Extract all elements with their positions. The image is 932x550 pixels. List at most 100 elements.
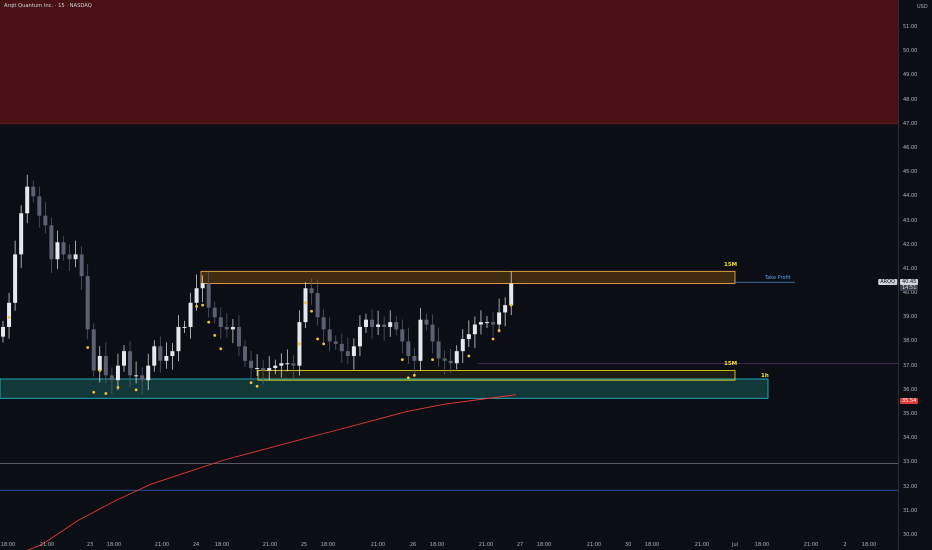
candle-body <box>382 324 387 327</box>
candle-body <box>424 319 429 325</box>
time-tick: 24 <box>192 542 200 548</box>
candle-body <box>472 324 477 335</box>
candle-body <box>158 346 163 361</box>
candle-body <box>364 319 368 327</box>
price-tick: 31.00 <box>903 507 918 514</box>
candle-body <box>67 254 72 260</box>
candle-body <box>509 283 514 306</box>
chart-area[interactable]: Arqit Quantum Inc. · 15 · NASDAQ 15M Take… <box>0 0 898 550</box>
candle-body <box>478 322 483 325</box>
candle-body <box>466 334 471 340</box>
candle-body <box>285 363 290 365</box>
price-axis[interactable]: 51.00 50.00 49.00 48.00 47.00 46.00 45.00 44.00… <box>878 0 932 550</box>
time-tick: 21:00 <box>478 542 494 548</box>
candle-body <box>503 305 508 313</box>
signal-dot <box>431 358 434 362</box>
zone-label-15m-top: 15M <box>724 262 738 269</box>
time-tick: 21:00 <box>370 542 386 548</box>
candle-body <box>109 375 114 381</box>
candle-body <box>200 283 205 289</box>
candle-body <box>146 365 151 381</box>
zone-label-15m-mid: 15M <box>724 361 738 368</box>
candle-body <box>170 351 175 356</box>
signal-dot <box>134 388 138 392</box>
candle-body <box>351 346 356 356</box>
price-tick: 30.00 <box>903 531 918 538</box>
price-tick: 43.00 <box>903 217 918 224</box>
time-tick: 21:00 <box>154 542 170 548</box>
candle-body <box>91 329 96 371</box>
time-tick: 18:00 <box>429 542 445 548</box>
candle-body <box>460 339 465 352</box>
candle-body <box>249 360 254 369</box>
candle-body <box>345 351 350 356</box>
candle-body <box>370 319 375 327</box>
signal-dot <box>92 390 96 394</box>
signal-dot <box>7 315 11 319</box>
price-tick: 44.00 <box>903 193 918 200</box>
candle-body <box>7 302 12 327</box>
signal-dot <box>116 386 120 389</box>
price-tick: 46.00 <box>903 144 918 151</box>
price-tick: 32.00 <box>903 483 918 490</box>
candle-body <box>182 326 187 328</box>
moving-average-line <box>26 394 517 550</box>
candle-body <box>1 326 5 337</box>
candle-body <box>339 343 344 352</box>
signal-dot <box>400 358 404 362</box>
time-tick: 2 <box>843 542 847 548</box>
candle-body <box>430 324 435 342</box>
candle-body <box>273 365 278 369</box>
signal-dot <box>86 346 90 349</box>
candle-body <box>97 355 102 371</box>
price-tick: 51.00 <box>903 24 918 30</box>
time-tick: 21:00 <box>803 542 819 548</box>
candle-body <box>61 242 66 255</box>
time-tick: 21:00 <box>39 542 55 548</box>
price-tick: 36.00 <box>903 386 918 393</box>
candle-body <box>267 368 272 371</box>
candle-body <box>442 358 447 361</box>
price-tick: 47.00 <box>903 120 918 127</box>
top-supply-zone <box>200 270 736 284</box>
price-tick: 35.00 <box>903 411 918 418</box>
candle-body <box>152 346 157 366</box>
signal-dot <box>104 392 108 395</box>
candle-body <box>388 322 393 327</box>
candle-body <box>31 186 36 197</box>
candle-body <box>327 329 332 342</box>
countdown-tag: 14:51 <box>900 285 919 292</box>
candle-body <box>230 326 235 330</box>
time-tick: 21:00 <box>262 542 278 548</box>
zone-label-1h: 1h <box>761 373 769 380</box>
candle-body <box>49 225 54 260</box>
candle-body <box>261 368 266 371</box>
symbol-title[interactable]: Arqit Quantum Inc. · 15 · NASDAQ <box>4 3 92 9</box>
candle-body <box>164 355 169 361</box>
candle-body <box>485 322 489 324</box>
candle-body <box>206 283 211 308</box>
signal-dot <box>509 303 513 307</box>
price-tick: 39.00 <box>903 314 918 321</box>
candle-body <box>236 326 241 347</box>
time-tick: 18:00 <box>861 542 877 548</box>
time-tick: 30 <box>624 542 632 548</box>
candle-body <box>243 346 247 361</box>
candle-body <box>491 322 496 325</box>
signal-dot <box>207 320 211 324</box>
signal-dot <box>316 337 319 341</box>
signal-dot <box>322 342 326 346</box>
signal-dot <box>219 347 223 351</box>
time-tick: 18:00 <box>106 542 122 548</box>
candle-body <box>103 355 108 376</box>
candle-body <box>25 186 30 214</box>
price-tick: 34.00 <box>903 435 918 442</box>
price-chart[interactable] <box>0 0 898 550</box>
candle-body <box>497 312 502 325</box>
candle-body <box>43 215 48 226</box>
candle-body <box>376 324 381 327</box>
time-tick: 18:00 <box>320 542 336 548</box>
price-tick: 50.00 <box>903 48 918 55</box>
candle-body <box>79 254 84 277</box>
price-tick: 38.00 <box>903 338 918 345</box>
